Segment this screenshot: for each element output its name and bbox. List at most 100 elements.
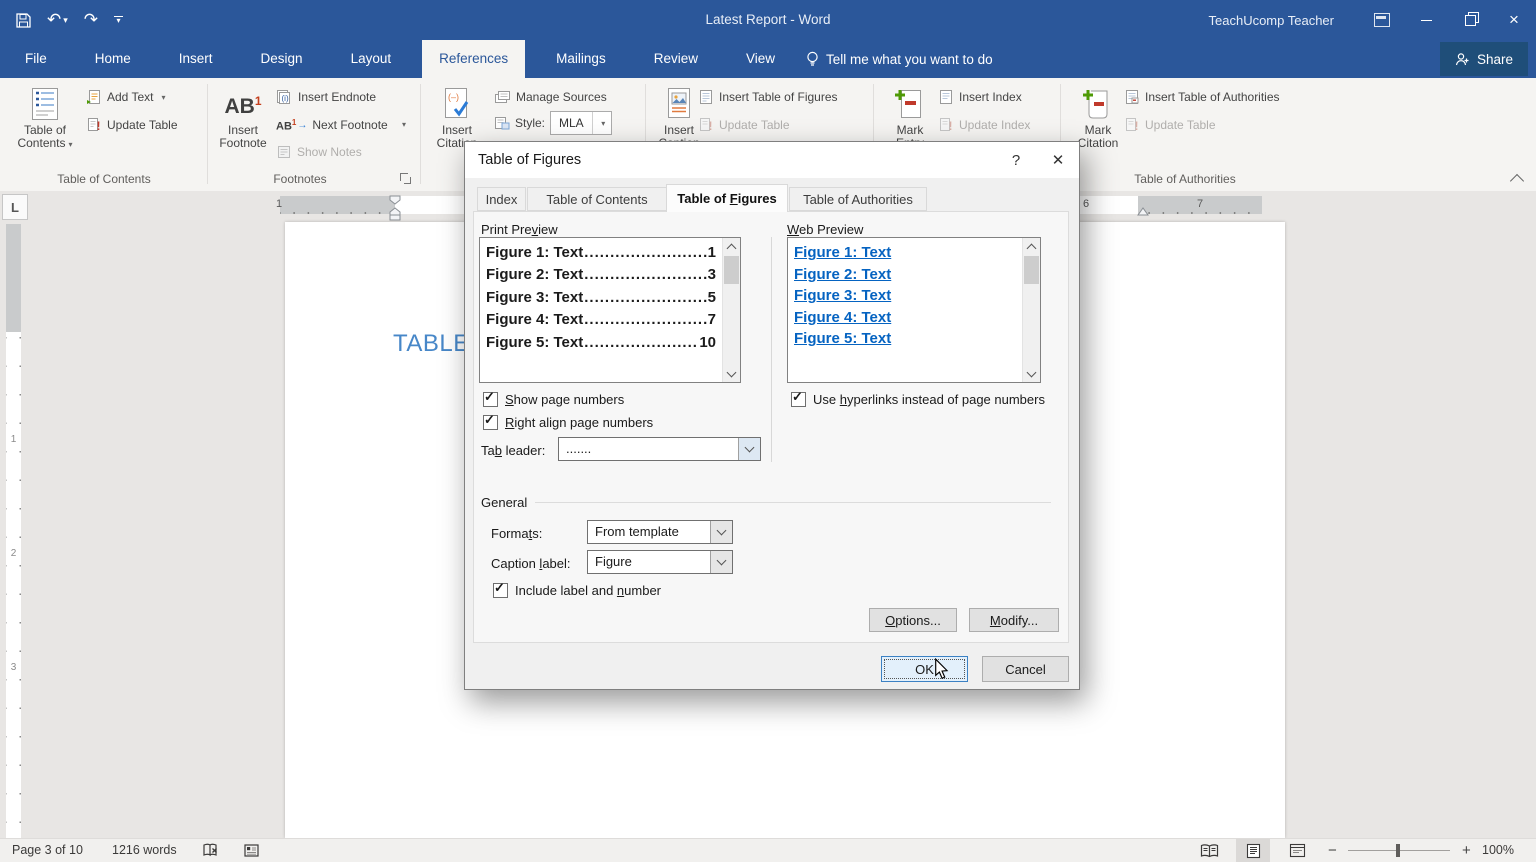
update-index-button[interactable]: ! Update Index (938, 114, 1030, 136)
caption-label-select[interactable]: Figure (587, 550, 733, 574)
options-button[interactable]: Options... (869, 608, 957, 632)
manage-sources-icon (494, 90, 511, 105)
print-layout-button[interactable] (1236, 839, 1270, 862)
show-notes-button[interactable]: Show Notes (276, 141, 362, 163)
web-preview-scrollbar[interactable] (1022, 238, 1040, 382)
tab-design[interactable]: Design (244, 40, 320, 78)
tab-insert[interactable]: Insert (162, 40, 230, 78)
macro-record-icon[interactable] (244, 843, 260, 862)
update-table-captions-button[interactable]: ! Update Table (698, 114, 790, 136)
scrollbar-thumb (724, 256, 739, 284)
tab-home[interactable]: Home (78, 40, 148, 78)
mark-citation-icon (1083, 84, 1113, 124)
update-index-icon: ! (938, 117, 954, 133)
scroll-up-icon (723, 238, 740, 255)
svg-text:!: ! (1135, 119, 1139, 133)
insert-table-of-authorities-icon (1124, 89, 1140, 105)
dialog-tab-table-of-figures[interactable]: Table of Figures (666, 184, 788, 212)
web-layout-button[interactable] (1280, 839, 1314, 862)
insert-table-of-authorities-button[interactable]: Insert Table of Authorities (1124, 86, 1280, 108)
close-button[interactable]: × (1492, 0, 1536, 40)
web-preview-link: Figure 5: Text (794, 330, 892, 347)
print-preview-box[interactable]: Figure 1: Text1 Figure 2: Text3 Figure 3… (479, 237, 741, 383)
dialog-help-button[interactable]: ? (999, 142, 1033, 178)
dialog-title: Table of Figures (478, 152, 582, 168)
include-label-number-checkbox[interactable]: ✓ Include label and number (493, 580, 661, 598)
next-footnote-dropdown-icon[interactable]: ▾ (402, 120, 406, 129)
account-name[interactable]: TeachUcomp Teacher (1209, 13, 1335, 28)
right-align-page-numbers-checkbox[interactable]: ✓ Right align page numbers (483, 412, 653, 430)
footnotes-dialog-launcher[interactable] (400, 173, 411, 184)
zoom-slider-thumb[interactable] (1396, 844, 1400, 857)
print-preview-label: Print Preview (481, 222, 558, 237)
footnotes-group-label: Footnotes (273, 172, 327, 186)
proofing-errors-icon[interactable] (202, 843, 220, 862)
dialog-close-button[interactable]: ✕ (1041, 142, 1075, 178)
document-heading[interactable]: TABLE (393, 330, 470, 358)
read-mode-button[interactable] (1192, 839, 1226, 862)
tab-leader-select[interactable]: ....... (558, 437, 761, 461)
web-preview-link: Figure 2: Text (794, 265, 892, 283)
next-footnote-button[interactable]: AB1 → Next Footnote (276, 114, 388, 136)
check-icon: ✓ (792, 389, 803, 404)
dialog-tab-table-of-contents[interactable]: Table of Contents (527, 187, 667, 211)
zoom-out-button[interactable]: − (1328, 839, 1337, 862)
zoom-level[interactable]: 100% (1482, 839, 1514, 862)
update-table-icon: ! (86, 117, 102, 133)
add-text-button[interactable]: Add Text ▾ (86, 86, 166, 108)
tab-view[interactable]: View (729, 40, 792, 78)
modify-button[interactable]: Modify... (969, 608, 1059, 632)
tell-me-box[interactable]: Tell me what you want to do (792, 40, 1007, 78)
chevron-down-icon: ▾ (591, 112, 611, 134)
right-indent-icon[interactable] (1135, 204, 1151, 222)
lightbulb-icon (806, 51, 819, 68)
check-icon: ✓ (484, 389, 495, 404)
dialog-tab-index[interactable]: Index (477, 187, 526, 211)
minimize-button[interactable] (1404, 0, 1448, 40)
insert-table-of-figures-button[interactable]: Insert Table of Figures (698, 86, 838, 108)
insert-endnote-button[interactable]: (i) Insert Endnote (276, 86, 376, 108)
web-preview-label: Web Preview (787, 222, 864, 237)
close-icon: ✕ (1051, 152, 1065, 169)
table-of-contents-button[interactable]: Table of Contents ▾ (12, 84, 78, 150)
help-icon: ? (1011, 151, 1021, 169)
tab-stop-selector[interactable]: L (2, 194, 28, 220)
ribbon-display-options-button[interactable] (1360, 0, 1404, 40)
insert-endnote-icon: (i) (276, 89, 293, 105)
update-table-authorities-button[interactable]: ! Update Table (1124, 114, 1216, 136)
manage-sources-button[interactable]: Manage Sources (494, 86, 607, 108)
tab-references[interactable]: References (422, 40, 526, 78)
formats-select[interactable]: From template (587, 520, 733, 544)
show-page-numbers-checkbox[interactable]: ✓ Show page numbers (483, 389, 624, 407)
zoom-in-button[interactable]: + (1462, 839, 1471, 862)
tab-review[interactable]: Review (637, 40, 715, 78)
tab-layout[interactable]: Layout (334, 40, 409, 78)
style-select[interactable]: MLA ▾ (550, 111, 612, 135)
dialog-title-bar[interactable]: Table of Figures ? ✕ (465, 142, 1079, 178)
title-bar: ↶ ▾ ↷ ▾ Latest Report - Word TeachUcomp … (0, 0, 1536, 40)
collapse-ribbon-icon[interactable] (1509, 173, 1525, 189)
print-preview-scrollbar[interactable] (722, 238, 740, 382)
web-preview-box[interactable]: Figure 1: Text Figure 2: Text Figure 3: … (787, 237, 1041, 383)
page-indicator[interactable]: Page 3 of 10 (12, 839, 83, 862)
tab-mailings[interactable]: Mailings (539, 40, 623, 78)
insert-index-button[interactable]: Insert Index (938, 86, 1022, 108)
style-icon (494, 115, 510, 131)
cancel-button[interactable]: Cancel (982, 656, 1069, 682)
vertical-ruler[interactable]: 1 2 3 (6, 224, 21, 838)
share-button[interactable]: Share (1440, 42, 1528, 76)
ok-button[interactable]: OK (881, 656, 968, 682)
insert-footnote-button[interactable]: AB1 Insert Footnote (212, 84, 274, 150)
tab-file[interactable]: File (8, 40, 64, 78)
table-of-authorities-group-label: Table of Authorities (1134, 172, 1236, 186)
formats-label: Formats: (491, 526, 543, 541)
status-bar: Page 3 of 10 1216 words − + 100% (0, 838, 1536, 862)
update-table-button[interactable]: ! Update Table (86, 114, 178, 136)
word-count[interactable]: 1216 words (112, 839, 177, 862)
restore-button[interactable] (1448, 0, 1492, 40)
mark-entry-icon (895, 84, 925, 124)
web-preview-link: Figure 3: Text (794, 287, 892, 304)
use-hyperlinks-checkbox[interactable]: ✓ Use hyperlinks instead of page numbers (791, 389, 1045, 407)
next-footnote-icon: AB1 → (276, 117, 308, 133)
dialog-tab-table-of-authorities[interactable]: Table of Authorities (789, 187, 927, 211)
